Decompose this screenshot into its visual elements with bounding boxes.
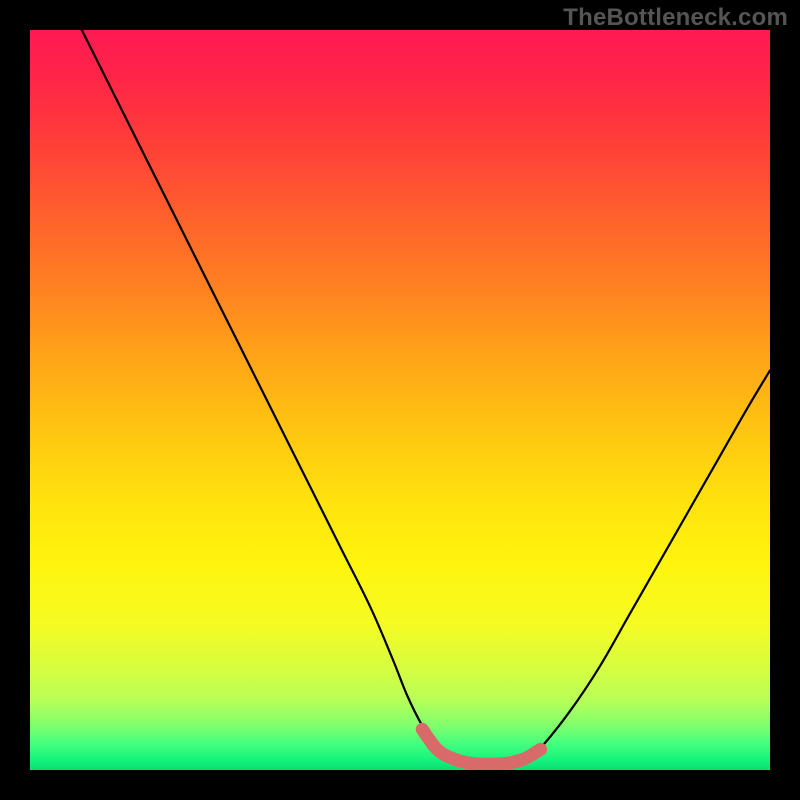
- chart-svg: [30, 30, 770, 770]
- chart-frame: TheBottleneck.com: [0, 0, 800, 800]
- plot-area: [30, 30, 770, 770]
- watermark-text: TheBottleneck.com: [563, 4, 788, 32]
- gradient-background: [30, 30, 770, 770]
